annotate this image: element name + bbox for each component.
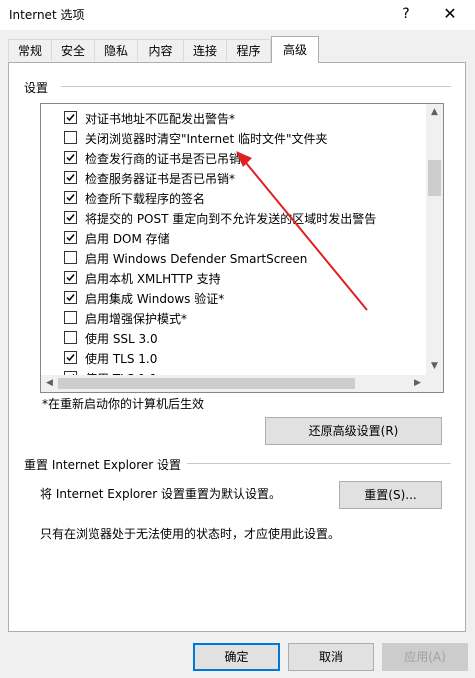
horizontal-scroll-thumb[interactable]: [58, 378, 355, 389]
setting-row[interactable]: 启用 Windows Defender SmartScreen: [41, 248, 415, 268]
checkbox-checked[interactable]: [64, 191, 77, 204]
tab-7[interactable]: 高级: [271, 36, 319, 63]
setting-row[interactable]: 启用集成 Windows 验证*: [41, 288, 415, 308]
setting-label: 使用 TLS 1.0: [85, 352, 158, 366]
setting-row[interactable]: 关闭浏览器时清空"Internet 临时文件"文件夹: [41, 128, 415, 148]
setting-label: 关闭浏览器时清空"Internet 临时文件"文件夹: [85, 132, 328, 146]
tab-4[interactable]: 内容: [137, 39, 184, 61]
vertical-scrollbar[interactable]: ▲ ▼: [426, 104, 443, 375]
setting-row[interactable]: 启用增强保护模式*: [41, 308, 415, 328]
setting-row[interactable]: 启用 DOM 存储: [41, 228, 415, 248]
setting-label: 启用本机 XMLHTTP 支持: [85, 272, 221, 286]
tab-5[interactable]: 连接: [183, 39, 227, 61]
checkbox-unchecked[interactable]: [64, 131, 77, 144]
setting-label: 检查发行商的证书是否已吊销: [85, 152, 242, 166]
checkbox-checked[interactable]: [64, 111, 77, 124]
checkbox-checked[interactable]: [64, 271, 77, 284]
reset-group-label: 重置 Internet Explorer 设置: [24, 456, 186, 473]
scroll-left-arrow-icon[interactable]: ◀: [41, 375, 58, 392]
title-bar: Internet 选项 ? ✕: [0, 0, 475, 30]
cancel-button[interactable]: 取消: [288, 643, 374, 671]
setting-row[interactable]: 启用本机 XMLHTTP 支持: [41, 268, 415, 288]
settings-listbox[interactable]: 对证书地址不匹配发出警告* 关闭浏览器时清空"Internet 临时文件"文件夹检…: [40, 103, 444, 393]
advanced-tab-panel: 设置 对证书地址不匹配发出警告* 关闭浏览器时清空"Internet 临时文件"文…: [8, 62, 466, 632]
setting-label: 使用 SSL 3.0: [85, 332, 158, 346]
tab-1[interactable]: 常规: [8, 39, 52, 61]
setting-row[interactable]: 使用 TLS 1.0: [41, 348, 415, 368]
settings-group-divider: [61, 86, 451, 87]
checkbox-checked[interactable]: [64, 151, 77, 164]
settings-group-label: 设置: [24, 79, 53, 96]
setting-label: 启用 DOM 存储: [85, 232, 170, 246]
apply-button[interactable]: 应用(A): [382, 643, 468, 671]
setting-label: 对证书地址不匹配发出警告*: [85, 112, 236, 126]
setting-label: 检查所下载程序的签名: [85, 192, 206, 206]
setting-label: 启用集成 Windows 验证*: [85, 292, 225, 306]
checkbox-checked[interactable]: [64, 231, 77, 244]
setting-label: 将提交的 POST 重定向到不允许发送的区域时发出警告: [85, 212, 377, 226]
vertical-scroll-thumb[interactable]: [428, 160, 441, 196]
tab-3[interactable]: 隐私: [94, 39, 138, 61]
help-button[interactable]: ?: [392, 2, 420, 26]
setting-row[interactable]: 检查服务器证书是否已吊销*: [41, 168, 415, 188]
checkbox-checked[interactable]: [64, 351, 77, 364]
checkbox-checked[interactable]: [64, 291, 77, 304]
tab-2[interactable]: 安全: [51, 39, 95, 61]
scroll-up-arrow-icon[interactable]: ▲: [426, 104, 443, 121]
close-button[interactable]: ✕: [436, 2, 464, 26]
scroll-down-arrow-icon[interactable]: ▼: [426, 358, 443, 375]
restore-advanced-button[interactable]: 还原高级设置(R): [265, 417, 442, 445]
scrollbar-corner: [426, 375, 443, 392]
reset-note: 只有在浏览器处于无法使用的状态时，才应使用此设置。: [40, 527, 341, 541]
ok-button[interactable]: 确定: [193, 643, 280, 671]
checkbox-checked[interactable]: [64, 171, 77, 184]
reset-button[interactable]: 重置(S)...: [339, 481, 442, 509]
setting-label: 启用 Windows Defender SmartScreen: [85, 252, 308, 266]
setting-row[interactable]: 对证书地址不匹配发出警告*: [41, 108, 415, 128]
checkbox-unchecked[interactable]: [64, 251, 77, 264]
setting-label: 启用增强保护模式*: [85, 312, 188, 326]
setting-row[interactable]: 检查发行商的证书是否已吊销: [41, 148, 415, 168]
scroll-right-arrow-icon[interactable]: ▶: [409, 375, 426, 392]
checkbox-checked[interactable]: [64, 211, 77, 224]
window-title: Internet 选项: [9, 8, 85, 22]
restart-note: *在重新启动你的计算机后生效: [42, 397, 205, 411]
horizontal-scrollbar[interactable]: ◀ ▶: [41, 375, 426, 392]
setting-row[interactable]: 将提交的 POST 重定向到不允许发送的区域时发出警告: [41, 208, 415, 228]
reset-description: 将 Internet Explorer 设置重置为默认设置。: [40, 487, 282, 501]
setting-label: 检查服务器证书是否已吊销*: [85, 172, 236, 186]
checkbox-unchecked[interactable]: [64, 331, 77, 344]
setting-row[interactable]: 使用 SSL 3.0: [41, 328, 415, 348]
checkbox-unchecked[interactable]: [64, 311, 77, 324]
reset-group-divider: [187, 463, 451, 464]
tab-6[interactable]: 程序: [226, 39, 271, 61]
setting-row[interactable]: 检查所下载程序的签名: [41, 188, 415, 208]
